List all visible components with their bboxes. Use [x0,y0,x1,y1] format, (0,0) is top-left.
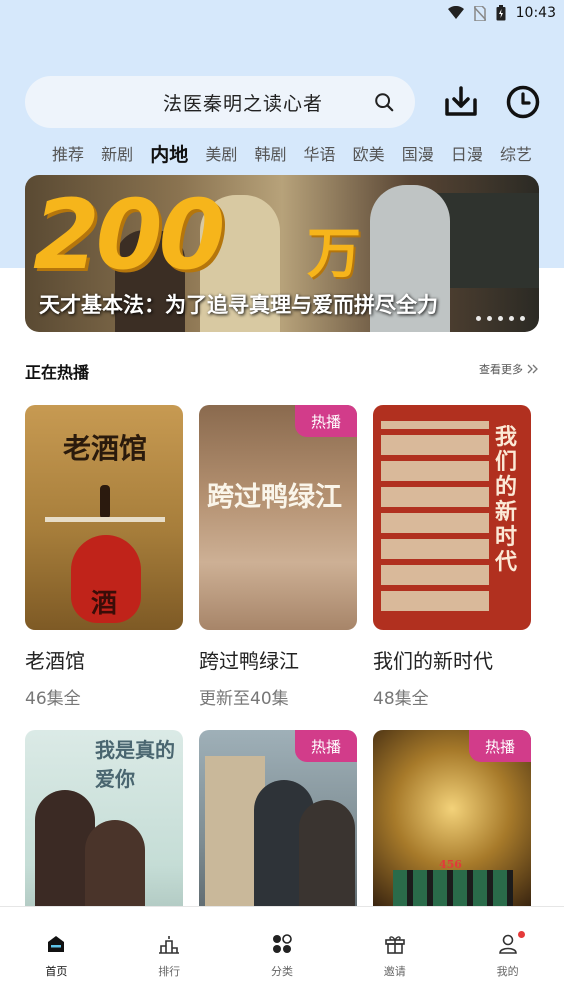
card-title: 老酒馆 [25,649,85,673]
profile-icon [498,934,517,954]
poster-seal-text: 酒 [91,589,118,619]
tab-华语[interactable]: 华语 [304,141,336,165]
nav-ranking[interactable]: 排行 [129,933,209,1002]
nav-invite[interactable]: 邀请 [355,933,435,1002]
tab-日漫[interactable]: 日漫 [451,141,483,165]
carousel-dot [487,316,492,321]
status-bar: 10:43 [0,0,564,26]
wifi-icon [447,6,464,19]
banner-carousel[interactable]: 200 万 天才基本法：为了追寻真理与爱而拼尽全力 [25,175,539,332]
category-icon [272,934,292,953]
poster-blade [45,517,165,522]
banner-big-number: 200 [33,179,225,291]
home-icon [48,936,65,952]
see-more-link[interactable]: 查看更多 [479,361,539,377]
search-query: 法医秦明之读心者 [162,92,323,115]
battery-icon [496,5,506,21]
download-icon[interactable] [443,84,479,120]
bottom-navigation: 首页 排行 分类 邀请 我的 [0,906,564,1002]
nav-home[interactable]: 首页 [16,933,96,1002]
nav-label: 首页 [45,965,68,978]
section-title: 正在热播 [25,363,90,382]
drama-card[interactable]: 老酒馆 酒 老酒馆 46集全 [25,405,183,709]
nav-category[interactable]: 分类 [242,933,322,1002]
nav-label: 排行 [158,965,181,978]
tab-综艺[interactable]: 综艺 [500,141,532,165]
poster-figure [100,485,110,519]
nav-label: 分类 [270,965,293,978]
carousel-dot [476,316,481,321]
notification-dot [517,931,525,938]
clock-text: 10:43 [515,5,556,21]
carousel-dot [498,316,503,321]
tab-美剧[interactable]: 美剧 [205,141,237,165]
carousel-dot [509,316,514,321]
card-title: 我们的新时代 [373,649,493,673]
nav-label: 邀请 [383,965,406,978]
tab-新剧[interactable]: 新剧 [101,141,133,165]
poster-figure [299,800,355,910]
poster-title-text: 老酒馆 [63,432,148,465]
banner-caption: 天才基本法：为了追寻真理与爱而拼尽全力 [39,293,438,317]
no-sim-icon [473,5,486,21]
gift-icon [384,936,405,954]
card-episodes: 48集全 [373,689,429,709]
poster-figures-row [393,870,513,910]
drama-card[interactable]: 跨过鸭绿江 热播 跨过鸭绿江 更新至40集 [199,405,357,709]
poster-title-text: 跨过鸭绿江 [207,482,342,513]
search-icon[interactable] [373,91,395,113]
drama-card[interactable]: 我们的新时代 我们的新时代 48集全 [373,405,531,709]
poster-title-text: 我们的新时代 [495,424,518,575]
nav-profile[interactable]: 我的 [468,931,548,1002]
category-tabs: 推荐 新剧 内地 美剧 韩剧 华语 欧美 国漫 日漫 综艺 [52,139,532,167]
history-clock-icon[interactable] [505,84,541,120]
card-episodes: 46集全 [25,689,81,709]
tab-推荐[interactable]: 推荐 [52,141,84,165]
poster-title-text: 我是真的爱你 [95,738,175,791]
tab-内地[interactable]: 内地 [150,140,188,167]
carousel-dot [520,316,525,321]
poster-cast-grid [381,421,489,611]
poster-image: 我们的新时代 [373,405,531,630]
card-episodes: 更新至40集 [199,689,289,709]
tab-国漫[interactable]: 国漫 [402,141,434,165]
poster-image: 跨过鸭绿江 热播 [199,405,357,630]
hot-badge: 热播 [295,730,357,762]
nav-label: 我的 [496,965,519,978]
tab-欧美[interactable]: 欧美 [353,141,385,165]
card-title: 跨过鸭绿江 [199,649,299,673]
tab-韩剧[interactable]: 韩剧 [254,141,286,165]
poster-image: 老酒馆 酒 [25,405,183,630]
see-more-label: 查看更多 [479,363,523,376]
search-input[interactable]: 法医秦明之读心者 [25,76,415,128]
poster-figure [85,820,145,920]
double-chevron-right-icon [527,364,538,374]
hot-badge: 热播 [469,730,531,762]
carousel-indicator [476,316,525,321]
banner-big-unit: 万 [307,222,361,285]
ranking-icon [159,936,180,954]
hot-badge: 热播 [295,405,357,437]
